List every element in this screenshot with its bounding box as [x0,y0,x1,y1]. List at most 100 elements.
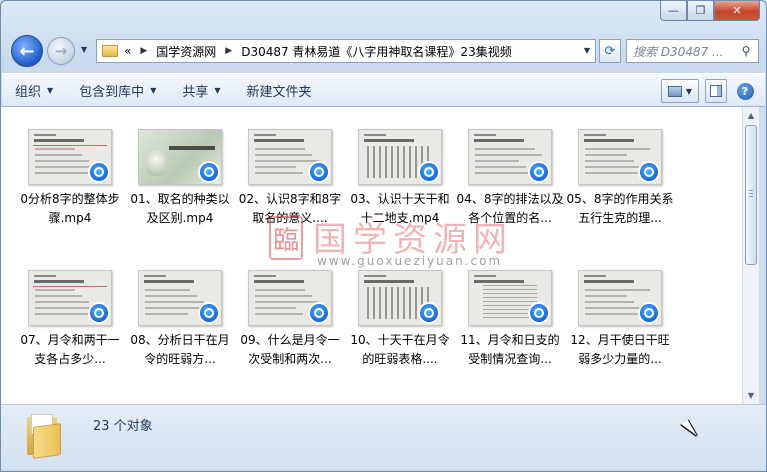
file-item[interactable]: 10、十天干在月令的旺弱表格.... [345,270,455,369]
refresh-icon[interactable]: ⟳ [599,39,621,63]
file-item[interactable]: 11、月令和日支的受制情况查询... [455,270,565,369]
chevron-down-icon: ▼ [150,85,157,95]
search-input[interactable]: 搜索 D30487 ... ⚲ [626,39,759,63]
scroll-up-icon[interactable]: ▲ [743,107,759,124]
file-name: 02、认识8字和8字取名的意义.... [238,192,342,225]
new-folder-button[interactable]: 新建文件夹 [234,73,325,107]
video-icon [528,161,550,183]
video-icon [418,161,440,183]
chevron-down-icon: ▼ [214,85,221,95]
organize-menu[interactable]: 组织 ▼ [2,73,66,107]
file-name: 0分析8字的整体步骤.mp4 [20,192,120,225]
video-icon [308,161,330,183]
file-name: 09、什么是月令一次受制和两次... [240,333,340,366]
maximize-button[interactable]: ❐ [687,1,714,21]
video-thumbnail [358,129,442,185]
video-thumbnail [28,270,112,326]
navigation-bar: ← → ▼ « ▶ 国学资源网 ▶ D30487 青林易道《八字用神取名课程》2… [9,33,759,67]
file-item[interactable]: 12、月干使日干旺弱多少力量的... [565,270,675,369]
preview-pane-icon [710,85,722,97]
file-grid: 0分析8字的整体步骤.mp4 01、取名的种类以及区别.mp4 02、认识8字和8字… [15,129,675,369]
video-thumbnail [248,270,332,326]
folder-icon [25,413,65,459]
help-icon: ? [736,82,754,100]
file-item[interactable]: 05、8字的作用关系五行生克的理... [565,129,675,228]
file-name: 05、8字的作用关系五行生克的理... [566,192,674,225]
item-count: 23 个对象 [93,419,153,434]
preview-pane-button[interactable] [705,79,727,103]
file-item[interactable]: 08、分析日干在月令的旺弱方... [125,270,235,369]
organize-label: 组织 [15,84,42,100]
video-thumbnail [468,270,552,326]
include-in-library-menu[interactable]: 包含到库中 ▼ [66,73,169,107]
scroll-down-icon[interactable]: ▼ [743,387,759,404]
chevron-down-icon: ▼ [47,85,54,95]
grip-icon [749,190,753,197]
share-menu[interactable]: 共享 ▼ [169,73,233,107]
file-item[interactable]: 02、认识8字和8字取名的意义.... [235,129,345,228]
address-bar[interactable]: « ▶ 国学资源网 ▶ D30487 青林易道《八字用神取名课程》23集视频 ▼ [96,39,596,63]
file-name: 07、月令和两干一支各占多少... [20,333,120,366]
video-thumbnail [248,129,332,185]
breadcrumb-overflow[interactable]: « [124,44,131,58]
video-icon [528,302,550,324]
file-item[interactable]: 01、取名的种类以及区别.mp4 [125,129,235,228]
back-button[interactable]: ← [11,35,43,67]
search-icon[interactable]: ⚲ [738,44,754,58]
toolbar-right: ▼ ? [661,79,757,103]
video-thumbnail [468,129,552,185]
file-item[interactable]: 03、认识十天干和十二地支.mp4 [345,129,455,228]
file-item[interactable]: 09、什么是月令一次受制和两次... [235,270,345,369]
scroll-thumb[interactable] [745,125,757,265]
mouse-cursor-icon [681,420,697,440]
video-icon [418,302,440,324]
video-icon [88,161,110,183]
address-dropdown-icon[interactable]: ▼ [584,46,590,55]
video-thumbnail [138,129,222,185]
video-icon [638,302,660,324]
file-name: 08、分析日干在月令的旺弱方... [130,333,230,366]
breadcrumb-item[interactable]: D30487 青林易道《八字用神取名课程》23集视频 [241,43,512,60]
chevron-right-icon: ▶ [140,46,148,56]
video-thumbnail [28,129,112,185]
details-pane: 23 个对象 [1,404,766,470]
forward-button[interactable]: → [47,37,75,65]
video-thumbnail [358,270,442,326]
video-icon [198,161,220,183]
new-folder-label: 新建文件夹 [246,84,312,100]
recent-pages-dropdown[interactable]: ▼ [81,45,87,54]
vertical-scrollbar[interactable]: ▲ ▼ [742,107,759,404]
view-icon [667,85,682,97]
folder-icon [102,45,118,57]
video-icon [638,161,660,183]
video-icon [198,302,220,324]
file-item[interactable]: 04、8字的排法以及各个位置的名... [455,129,565,228]
file-name: 03、认识十天干和十二地支.mp4 [350,192,450,225]
file-name: 10、十天干在月令的旺弱表格.... [350,333,450,366]
search-placeholder: 搜索 D30487 ... [633,44,724,59]
video-icon [308,302,330,324]
chevron-down-icon: ▼ [685,86,693,96]
video-icon [88,302,110,324]
file-name: 01、取名的种类以及区别.mp4 [130,192,230,225]
share-label: 共享 [182,84,209,100]
caption-buttons: — ❐ ✕ [660,1,760,21]
window-edge [759,107,766,404]
change-view-button[interactable]: ▼ [661,79,699,103]
breadcrumb-item[interactable]: 国学资源网 [156,43,216,60]
video-thumbnail [138,270,222,326]
minimize-button[interactable]: — [660,1,687,21]
video-thumbnail [578,270,662,326]
include-library-label: 包含到库中 [79,84,145,100]
file-name: 11、月令和日支的受制情况查询... [460,333,560,366]
file-list[interactable]: 0分析8字的整体步骤.mp4 01、取名的种类以及区别.mp4 02、认识8字和8字… [1,107,742,404]
video-thumbnail [578,129,662,185]
command-bar: 组织 ▼ 包含到库中 ▼ 共享 ▼ 新建文件夹 ▼ ? [2,73,765,107]
file-item[interactable]: 0分析8字的整体步骤.mp4 [15,129,125,228]
help-button[interactable]: ? [733,79,757,103]
file-item[interactable]: 07、月令和两干一支各占多少... [15,270,125,369]
file-name: 12、月干使日干旺弱多少力量的... [570,333,670,366]
close-button[interactable]: ✕ [714,1,760,21]
chevron-right-icon: ▶ [225,46,233,56]
file-name: 04、8字的排法以及各个位置的名... [456,192,564,225]
